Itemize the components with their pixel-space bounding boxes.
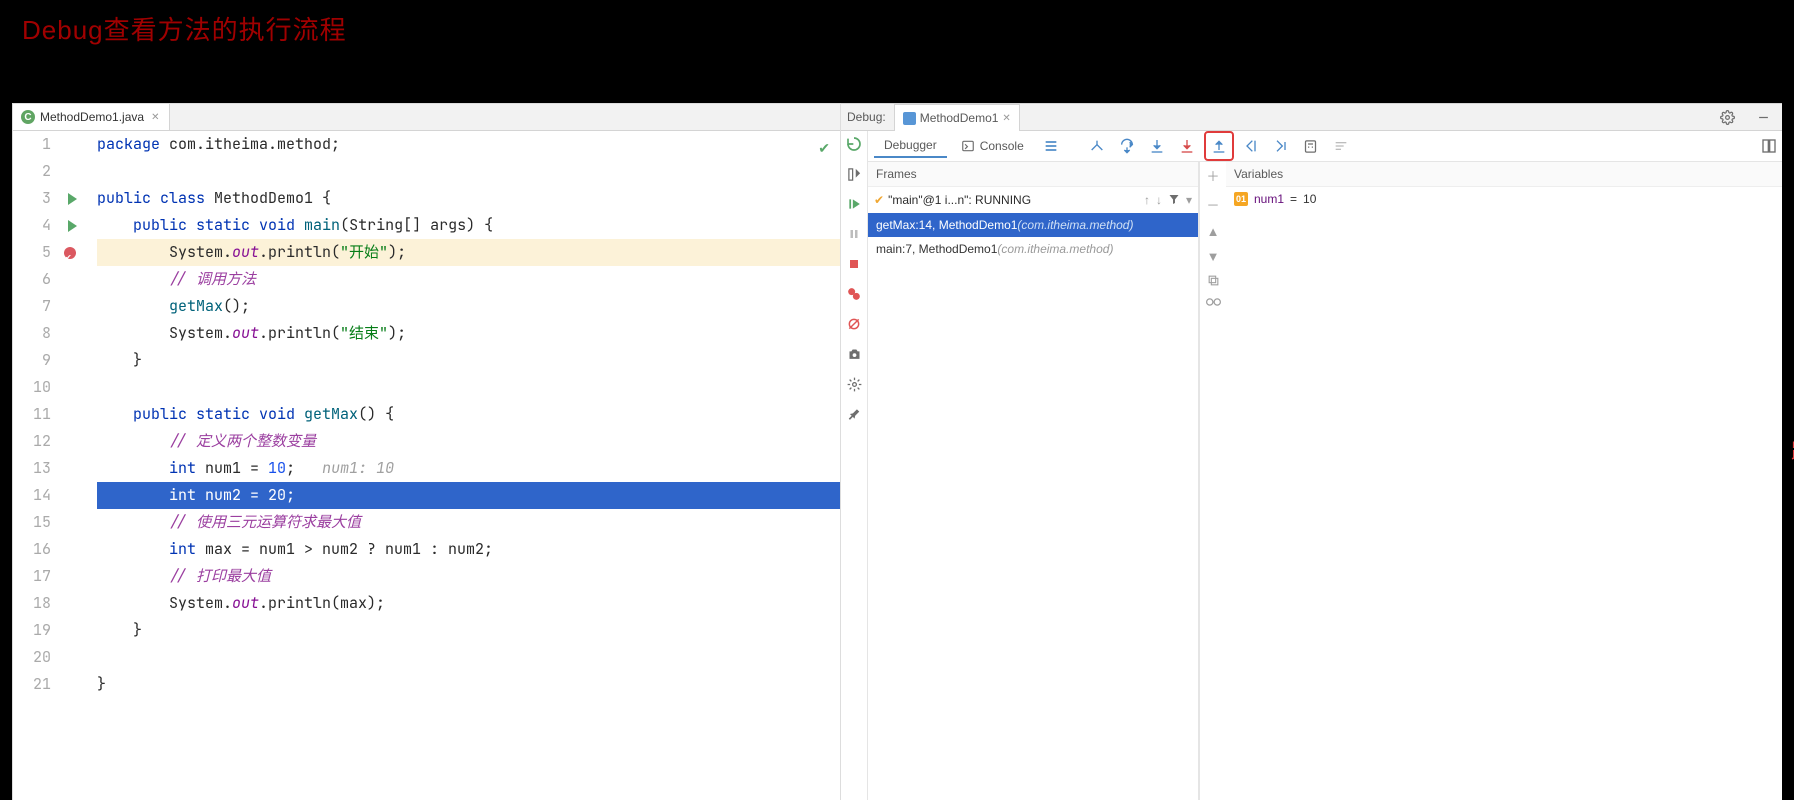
- thread-selector[interactable]: ✔ "main"@1 i...n": RUNNING ↑ ↓ ▾: [868, 187, 1198, 213]
- console-icon: [961, 139, 975, 153]
- variables-list[interactable]: 01num1 = 10: [1226, 187, 1782, 211]
- gear-icon[interactable]: [1714, 104, 1740, 130]
- settings-icon[interactable]: [845, 375, 863, 393]
- threads-icon[interactable]: [1038, 133, 1064, 159]
- debug-side-toolbar: [841, 131, 868, 800]
- modify-run-icon[interactable]: [845, 165, 863, 183]
- file-tab[interactable]: C MethodDemo1.java ✕: [13, 104, 170, 130]
- frames-panel: Frames ✔ "main"@1 i...n": RUNNING ↑ ↓ ▾: [868, 162, 1199, 800]
- force-step-into-icon[interactable]: [1174, 133, 1200, 159]
- view-breakpoints-icon[interactable]: [845, 285, 863, 303]
- code-line[interactable]: public static void getMax() {: [97, 401, 840, 428]
- stop-icon[interactable]: [845, 255, 863, 273]
- filter-icon[interactable]: [1168, 193, 1180, 207]
- copy-icon[interactable]: [1207, 274, 1220, 287]
- frames-header: Frames: [868, 162, 1198, 187]
- debug-pane: Debug: MethodDemo1 ✕: [841, 103, 1782, 800]
- variables-header: Variables: [1226, 162, 1782, 187]
- down-icon[interactable]: ▼: [1207, 249, 1220, 264]
- tab-debugger[interactable]: Debugger: [874, 134, 947, 158]
- stack-list[interactable]: getMax:14, MethodDemo1 (com.itheima.meth…: [868, 213, 1198, 261]
- code-line[interactable]: package com.itheima.method;: [97, 131, 840, 158]
- file-tab-label: MethodDemo1.java: [40, 110, 144, 124]
- code-line[interactable]: int num1 = 10; num1: 10: [97, 455, 840, 482]
- check-icon: ✔: [874, 193, 884, 207]
- next-frame-icon[interactable]: ↓: [1156, 193, 1162, 207]
- debug-body: Debugger Console: [841, 131, 1782, 800]
- code-line[interactable]: }: [97, 671, 840, 698]
- pause-icon[interactable]: [845, 225, 863, 243]
- resume-icon[interactable]: [845, 195, 863, 213]
- debug-header: Debug: MethodDemo1 ✕: [841, 104, 1782, 131]
- add-icon[interactable]: ＋: [1206, 166, 1219, 185]
- app-icon: [903, 112, 916, 125]
- code-area[interactable]: ✔ 123456789101112131415161718192021 pack…: [13, 131, 840, 800]
- remove-icon[interactable]: －: [1206, 195, 1219, 214]
- code-body[interactable]: package com.itheima.method; public class…: [87, 131, 840, 800]
- code-line[interactable]: public class MethodDemo1 {: [97, 185, 840, 212]
- step-into-icon[interactable]: [1144, 133, 1170, 159]
- code-line[interactable]: // 打印最大值: [97, 563, 840, 590]
- code-line[interactable]: // 使用三元运算符求最大值: [97, 509, 840, 536]
- code-line[interactable]: // 调用方法: [97, 266, 840, 293]
- minimize-icon[interactable]: [1750, 104, 1776, 130]
- thread-label: "main"@1 i...n": RUNNING: [888, 193, 1140, 207]
- show-execution-point-icon[interactable]: [1084, 133, 1110, 159]
- glasses-icon[interactable]: [1206, 297, 1221, 307]
- tab-console[interactable]: Console: [951, 135, 1034, 157]
- java-class-icon: C: [21, 110, 35, 124]
- editor-tab-bar: C MethodDemo1.java ✕: [13, 104, 840, 131]
- code-line[interactable]: }: [97, 617, 840, 644]
- layout-icon[interactable]: [1756, 133, 1782, 159]
- debug-label: Debug:: [847, 110, 886, 124]
- code-line[interactable]: int max = num1 > num2 ? num1 : num2;: [97, 536, 840, 563]
- code-line[interactable]: System.out.println(max);: [97, 590, 840, 617]
- ide-window: C MethodDemo1.java ✕ ✔ 12345678910111213…: [12, 103, 1782, 800]
- variables-panel: Variables 01num1 = 10: [1226, 162, 1782, 800]
- debug-config-tab[interactable]: MethodDemo1 ✕: [894, 104, 1020, 131]
- gutter[interactable]: 123456789101112131415161718192021: [13, 131, 87, 800]
- code-line[interactable]: System.out.println("结束");: [97, 320, 840, 347]
- dropdown-icon[interactable]: ▾: [1186, 193, 1192, 207]
- run-gutter-icon[interactable]: [68, 220, 77, 232]
- step-over-icon[interactable]: [1114, 133, 1140, 159]
- code-line[interactable]: [97, 158, 840, 185]
- close-icon[interactable]: ✕: [1002, 113, 1010, 124]
- frames-side-toolbar: ＋ － ▲ ▼: [1199, 162, 1226, 800]
- code-line[interactable]: [97, 374, 840, 401]
- step-out-icon[interactable]: [1204, 131, 1234, 161]
- page-title: Debug查看方法的执行流程: [0, 0, 1794, 71]
- code-line[interactable]: [97, 644, 840, 671]
- drop-frame-icon[interactable]: [1238, 133, 1264, 159]
- close-icon[interactable]: ✕: [149, 112, 161, 123]
- frames-vars-split: Frames ✔ "main"@1 i...n": RUNNING ↑ ↓ ▾: [868, 161, 1782, 800]
- run-to-cursor-icon[interactable]: [1268, 133, 1294, 159]
- editor-pane: C MethodDemo1.java ✕ ✔ 12345678910111213…: [12, 103, 841, 800]
- stack-frame[interactable]: getMax:14, MethodDemo1 (com.itheima.meth…: [868, 213, 1198, 237]
- camera-icon[interactable]: [845, 345, 863, 363]
- debug-config-label: MethodDemo1: [920, 111, 999, 125]
- trace-current-stream-icon[interactable]: [1328, 133, 1354, 159]
- code-line[interactable]: // 定义两个整数变量: [97, 428, 840, 455]
- variable-row[interactable]: 01num1 = 10: [1226, 187, 1782, 211]
- rerun-icon[interactable]: [845, 135, 863, 153]
- stack-frame[interactable]: main:7, MethodDemo1 (com.itheima.method): [868, 237, 1198, 261]
- breakpoint-icon[interactable]: [64, 247, 76, 259]
- code-line[interactable]: }: [97, 347, 840, 374]
- code-line[interactable]: public static void main(String[] args) {: [97, 212, 840, 239]
- debug-main: Debugger Console: [868, 131, 1782, 800]
- code-line[interactable]: int num2 = 20;: [97, 482, 840, 509]
- primitive-icon: 01: [1234, 192, 1248, 206]
- mute-breakpoints-icon[interactable]: [845, 315, 863, 333]
- code-line[interactable]: System.out.println("开始");: [97, 239, 840, 266]
- debug-inner-tabs: Debugger Console: [868, 131, 1782, 161]
- evaluate-icon[interactable]: [1298, 133, 1324, 159]
- code-line[interactable]: getMax();: [97, 293, 840, 320]
- run-gutter-icon[interactable]: [68, 193, 77, 205]
- prev-frame-icon[interactable]: ↑: [1144, 193, 1150, 207]
- up-icon[interactable]: ▲: [1207, 224, 1220, 239]
- pin-icon[interactable]: [845, 405, 863, 423]
